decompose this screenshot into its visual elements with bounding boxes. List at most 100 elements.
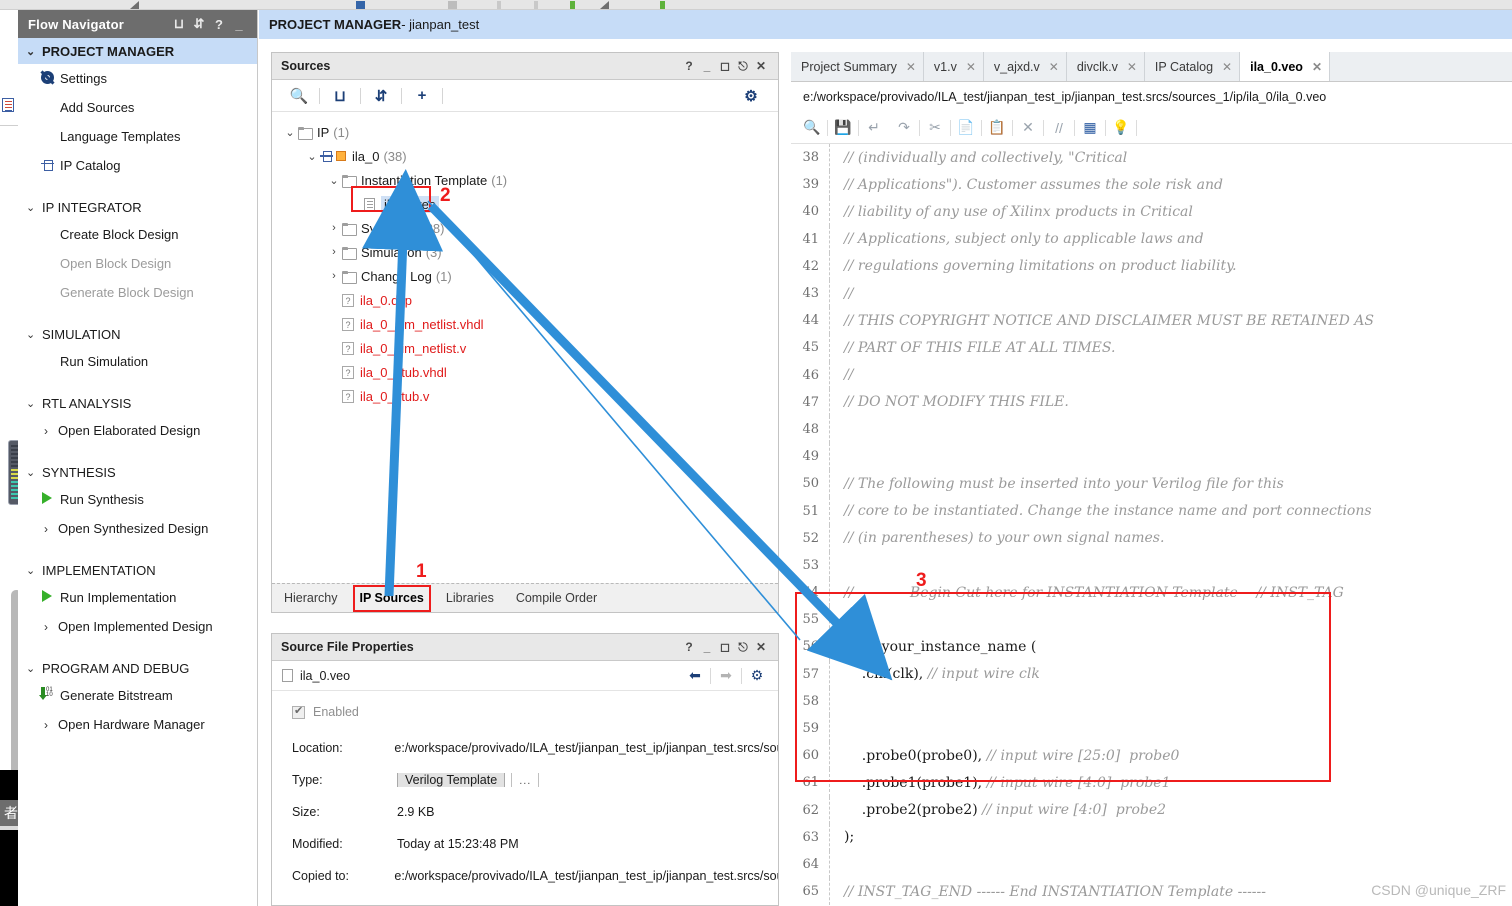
enabled-checkbox[interactable] xyxy=(292,704,305,719)
code-line[interactable]: 64 xyxy=(791,850,1512,879)
sidebar-item-ip-catalog[interactable]: IP Catalog xyxy=(18,151,257,180)
close-icon[interactable]: ✕ xyxy=(1222,60,1232,74)
help-icon[interactable]: ? xyxy=(680,59,698,73)
sources-tab-hierarchy[interactable]: Hierarchy xyxy=(284,591,338,605)
float-icon[interactable]: ⎋ xyxy=(734,640,752,655)
code-line[interactable]: 53 xyxy=(791,551,1512,579)
sidebar-item-run-simulation[interactable]: Run Simulation xyxy=(18,347,257,376)
editor-tab-project-summary[interactable]: Project Summary ✕ xyxy=(791,52,924,81)
enabled-checkbox-row[interactable]: Enabled xyxy=(272,704,778,719)
sidebar-section-project-manager[interactable]: ⌄ PROJECT MANAGER xyxy=(18,38,257,64)
code-line[interactable]: 50 // The following must be inserted into… xyxy=(791,470,1512,498)
code-line[interactable]: 49 xyxy=(791,443,1512,471)
tree-node-ila_0_sim_netlist.vhdl[interactable]: ? ila_0_sim_netlist.vhdl xyxy=(282,312,778,336)
editor-code-area[interactable]: 38 // (individually and collectively, "Cr… xyxy=(791,144,1512,906)
type-value[interactable]: Verilog Template xyxy=(397,773,506,787)
sidebar-item-run-synthesis[interactable]: Run Synthesis xyxy=(18,485,257,514)
save-icon[interactable]: 💾 xyxy=(828,116,858,140)
editor-tab-ip-catalog[interactable]: IP Catalog ✕ xyxy=(1144,52,1241,81)
sidebar-section-simulation[interactable]: ⌄ SIMULATION xyxy=(18,321,257,347)
columns-icon[interactable]: ▦ xyxy=(1075,116,1105,140)
minimize-icon[interactable]: _ xyxy=(229,17,249,32)
comment-icon[interactable]: // xyxy=(1044,116,1074,140)
sources-tab-compile-order[interactable]: Compile Order xyxy=(516,591,597,605)
tree-node-simulation[interactable]: › Simulation (3) xyxy=(282,240,778,264)
tree-node-change-log[interactable]: › Change Log (1) xyxy=(282,264,778,288)
back-arrow-icon[interactable]: ⬅ xyxy=(682,667,708,684)
editor-tab-v1-v[interactable]: v1.v ✕ xyxy=(923,52,984,81)
close-icon[interactable]: ✕ xyxy=(966,60,976,74)
search-icon[interactable]: 🔍 xyxy=(282,83,316,109)
tree-node-ila_0_stub.v[interactable]: ? ila_0_stub.v xyxy=(282,384,778,408)
chevron-right-icon[interactable]: › xyxy=(326,246,342,258)
tree-node-ila_0_stub.vhdl[interactable]: ? ila_0_stub.vhdl xyxy=(282,360,778,384)
collapse-all-icon[interactable]: ⊔ xyxy=(323,83,357,109)
code-line[interactable]: 47 // DO NOT MODIFY THIS FILE. xyxy=(791,388,1512,416)
help-icon[interactable]: ? xyxy=(680,640,698,654)
bulb-icon[interactable]: 💡 xyxy=(1106,116,1136,140)
delete-icon[interactable]: ✕ xyxy=(1013,116,1043,140)
chevron-down-icon[interactable]: ⌄ xyxy=(282,126,298,139)
editor-tab-v_ajxd-v[interactable]: v_ajxd.v ✕ xyxy=(983,52,1067,81)
expand-collapse-icon[interactable]: ⇵ xyxy=(189,16,209,32)
sidebar-section-rtl-analysis[interactable]: ⌄ RTL ANALYSIS xyxy=(18,390,257,416)
tree-node-synthesis[interactable]: › Synthesis (28) xyxy=(282,216,778,240)
sidebar-section-program-and-debug[interactable]: ⌄ PROGRAM AND DEBUG xyxy=(18,655,257,681)
code-line[interactable]: 43 // xyxy=(791,279,1512,308)
code-line[interactable]: 44 // THIS COPYRIGHT NOTICE AND DISCLAIME… xyxy=(791,307,1512,335)
code-line[interactable]: 46 // xyxy=(791,361,1512,389)
sidebar-item-open-hardware-manager[interactable]: › Open Hardware Manager xyxy=(18,710,257,739)
close-icon[interactable]: ✕ xyxy=(752,640,770,654)
copy-icon[interactable]: 📄 xyxy=(951,116,981,140)
chevron-down-icon[interactable]: ⌄ xyxy=(326,174,342,187)
maximize-icon[interactable]: ◻ xyxy=(716,59,734,73)
code-line[interactable]: 45 // PART OF THIS FILE AT ALL TIMES. xyxy=(791,334,1512,362)
sidebar-item-generate-block-design[interactable]: Generate Block Design xyxy=(18,278,257,307)
sidebar-item-settings[interactable]: Settings xyxy=(18,64,257,93)
code-line[interactable]: 41 // Applications, subject only to appli… xyxy=(791,225,1512,253)
cut-icon[interactable]: ✂ xyxy=(920,116,950,140)
sidebar-item-open-block-design[interactable]: Open Block Design xyxy=(18,249,257,278)
tree-node-ila_0.dcp[interactable]: ? ila_0.dcp xyxy=(282,288,778,312)
sidebar-item-run-implementation[interactable]: Run Implementation xyxy=(18,583,257,612)
code-line[interactable]: 63); xyxy=(791,823,1512,851)
code-line[interactable]: 62 .probe2(probe2) // input wire [4:0] p… xyxy=(791,796,1512,824)
close-icon[interactable]: ✕ xyxy=(1049,60,1059,74)
chevron-down-icon[interactable]: ⌄ xyxy=(304,150,320,163)
sources-tab-libraries[interactable]: Libraries xyxy=(446,591,494,605)
expand-all-icon[interactable]: ⇵ xyxy=(364,83,398,109)
sidebar-section-synthesis[interactable]: ⌄ SYNTHESIS xyxy=(18,459,257,485)
sidebar-item-open-elaborated-design[interactable]: › Open Elaborated Design xyxy=(18,416,257,445)
redo-icon[interactable]: ↷ xyxy=(889,116,919,140)
chevron-right-icon[interactable]: › xyxy=(326,270,342,282)
sidebar-item-open-implemented-design[interactable]: › Open Implemented Design xyxy=(18,612,257,641)
sidebar-section-implementation[interactable]: ⌄ IMPLEMENTATION xyxy=(18,557,257,583)
settings-gear-icon[interactable]: ⚙ xyxy=(734,83,768,109)
code-line[interactable]: 42 // regulations governing limitations o… xyxy=(791,252,1512,280)
minimize-icon[interactable]: _ xyxy=(698,640,716,654)
sidebar-item-add-sources[interactable]: Add Sources xyxy=(18,93,257,122)
undo-icon[interactable]: ↵ xyxy=(859,116,889,140)
settings-gear-icon[interactable]: ⚙ xyxy=(744,667,770,684)
close-icon[interactable]: ✕ xyxy=(906,60,916,74)
code-line[interactable]: 39 // Applications"). Customer assumes th… xyxy=(791,171,1512,199)
minimize-icon[interactable]: _ xyxy=(698,59,716,73)
close-icon[interactable]: ✕ xyxy=(1312,60,1322,74)
close-icon[interactable]: ✕ xyxy=(1127,60,1137,74)
sidebar-item-language-templates[interactable]: Language Templates xyxy=(18,122,257,151)
search-icon[interactable]: 🔍 xyxy=(797,116,827,140)
browse-type-button[interactable]: ... xyxy=(511,773,540,787)
editor-tab-divclk-v[interactable]: divclk.v ✕ xyxy=(1066,52,1145,81)
chevron-right-icon[interactable]: › xyxy=(326,222,342,234)
forward-arrow-icon[interactable]: ➡ xyxy=(713,667,739,684)
tree-node-ip[interactable]: ⌄ IP (1) xyxy=(282,120,778,144)
sidebar-section-ip-integrator[interactable]: ⌄ IP INTEGRATOR xyxy=(18,194,257,220)
code-line[interactable]: 38 // (individually and collectively, "Cr… xyxy=(791,144,1512,172)
maximize-icon[interactable]: ◻ xyxy=(716,640,734,654)
sidebar-item-open-synthesized-design[interactable]: › Open Synthesized Design xyxy=(18,514,257,543)
help-icon[interactable]: ? xyxy=(209,17,229,32)
tree-node-ila_0[interactable]: ⌄ ila_0 (38) xyxy=(282,144,778,168)
sidebar-item-create-block-design[interactable]: Create Block Design xyxy=(18,220,257,249)
code-line[interactable]: 51 // core to be instantiated. Change the… xyxy=(791,497,1512,525)
code-line[interactable]: 48 xyxy=(791,415,1512,444)
